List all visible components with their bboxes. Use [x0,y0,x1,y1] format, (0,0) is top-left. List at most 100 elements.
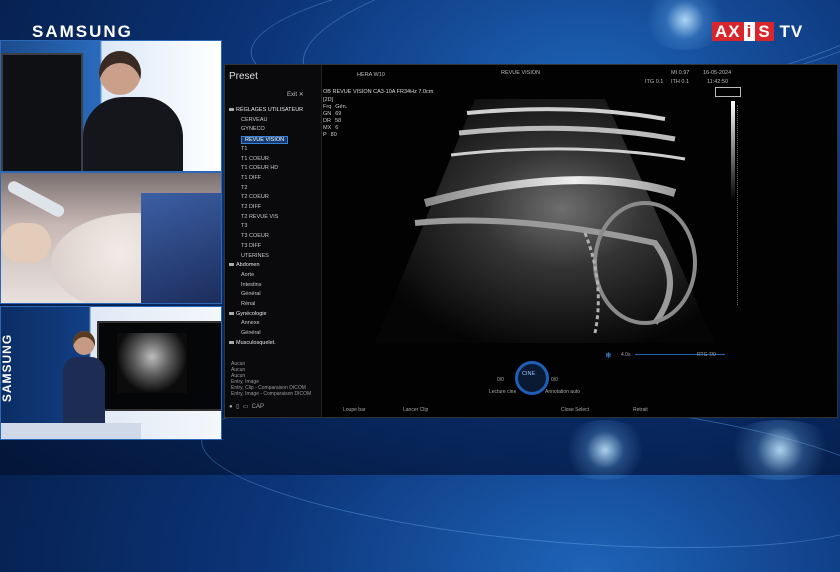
blanket [141,193,221,303]
preset-item-label: T2 DIFF [241,204,262,210]
param-key: DR [323,118,331,124]
auto-annotation-label[interactable]: Annotation auto [545,389,580,395]
preset-item[interactable]: T2 [241,185,247,191]
folder-icon [229,311,234,315]
preset-item-label: T2 REVUE VIS [241,213,279,220]
itg-label: ITG 0.1 [645,79,664,85]
logo-s: S [755,22,774,41]
preset-item[interactable]: T2 DIFF [241,204,261,210]
bottom-label-1[interactable]: Loupe bar [343,407,366,413]
param-value: 80 [330,132,337,138]
preset-item-label: T3 COEUR [241,233,269,240]
folder-icon [229,108,234,112]
camera-demo: SAMSUNG [0,306,222,440]
preset-item[interactable]: T1 DIFF [241,175,261,181]
mi-label: MI 0.97 [671,70,690,76]
preset-item[interactable]: T1 COEUR [241,156,269,162]
demo-presenter-head [73,331,95,355]
preset-exit-button[interactable]: Exit ✕ [287,91,304,98]
param-value: Gén. [335,104,348,110]
preset-item[interactable]: Intestins [241,282,261,288]
scan-param: P 80 [323,132,337,138]
time: 11:42:50 [707,79,729,85]
preset-item-label: Annexe [241,320,260,327]
preset-item[interactable]: T2 REVUE VIS [241,214,278,220]
footer-row: Entry, Image - Comparaison DICOM [231,391,312,397]
preset-item[interactable]: Général [241,330,261,336]
folder-icon [229,340,234,344]
preset-item-label: Général [241,330,261,337]
preset-item[interactable]: CERVEAU [241,117,268,123]
preset-item[interactable]: GYNECO [241,126,265,132]
preset-item[interactable]: Général [241,291,261,297]
preset-item-label: Général [241,291,261,298]
preset-item[interactable]: T2 COEUR [241,194,269,200]
preset-item[interactable]: Rénal [241,301,255,307]
cine-label: CINE [522,371,536,377]
save-icon[interactable]: ▭ [243,404,249,410]
preset-item-label: Gynécologie [236,310,267,317]
logo-i: i [743,22,756,41]
logo-ax: AX [712,22,744,41]
toolbar: ● ▯ ▭ CAP [229,403,264,410]
logo-tv: TV [779,22,804,41]
preset-item[interactable]: REVUE VISION [241,136,289,145]
background-glow [560,420,650,480]
timeline-left-label: 4.0s [621,352,631,358]
cine-ring [515,361,549,395]
bottom-label-4[interactable]: Retrait [633,407,648,413]
preset-item[interactable]: Annexe [241,320,260,326]
preset-item-label: T1 DIFF [241,174,262,181]
depth-ruler [737,105,739,305]
ith-label: ITH 0.1 [671,79,690,85]
preset-group[interactable]: RÉGLAGES UTILISATEUR [229,107,303,113]
bottom-label-3[interactable]: Close Select [561,407,589,413]
preset-item-label: Abdomen [236,262,260,269]
scan-param: [2D] [323,97,337,103]
preset-item-label: Intestins [241,281,262,288]
preset-item-label: RÉGLAGES UTILISATEUR [236,107,304,113]
preset-group[interactable]: Gynécologie [229,311,267,317]
param-value: 69 [335,111,342,117]
preset-item-label: T3 [241,223,248,230]
preset-item[interactable]: T3 DIFF [241,243,261,249]
param-key: [2D] [323,97,334,103]
cine-dial[interactable]: CINE 0/0 0/0 [497,361,558,401]
preset-item[interactable]: T3 COEUR [241,233,269,239]
preset-item-label: T3 DIFF [241,242,262,249]
ultrasound-probe [5,179,67,219]
cine-left-value: 0/0 [497,377,504,383]
preset-item-label: Aorte [241,271,255,278]
param-key: GN [323,111,332,117]
bottom-label-2[interactable]: Lancer Clip [403,407,428,413]
record-icon[interactable]: ● [229,404,233,410]
cap-button[interactable]: CAP [252,404,264,410]
preset-item-label: T1 COEUR HD [241,165,279,172]
camera-exam [0,172,222,304]
gray-scale-bar [731,101,735,201]
preset-item-label: T1 COEUR [241,155,269,162]
preset-item[interactable]: UTERINES [241,253,269,259]
preset-item[interactable]: Aorte [241,272,254,278]
ultrasound-screen: Preset Exit ✕ RÉGLAGES UTILISATEUR CERVEA… [224,64,838,418]
preset-group[interactable]: Abdomen [229,262,260,268]
preset-item[interactable]: T1 COEUR HD [241,165,278,171]
device-name: HERA W10 [357,72,385,78]
date: 16-05-2024 [703,70,732,76]
presenter-head [99,51,141,95]
scan-param: DR 58 [323,118,341,124]
preset-item[interactable]: T3 [241,223,247,229]
table-top [1,423,141,439]
preset-item[interactable]: T1 [241,146,247,152]
snowflake-icon: ❄ [605,351,612,360]
scan-param: Frq Gén. [323,104,347,110]
play-cine-label[interactable]: Lecture cine [489,389,516,395]
monitor-shape [1,53,83,171]
clip-icon[interactable]: ▯ [236,404,239,410]
param-value: 6 [335,125,339,131]
preset-item-label: Musculosquelet. [236,339,276,346]
side-brand: SAMSUNG [0,333,15,403]
preset-group[interactable]: Musculosquelet. [229,340,276,346]
ultrasound-image [375,99,715,343]
scan-param: MX 6 [323,125,338,131]
